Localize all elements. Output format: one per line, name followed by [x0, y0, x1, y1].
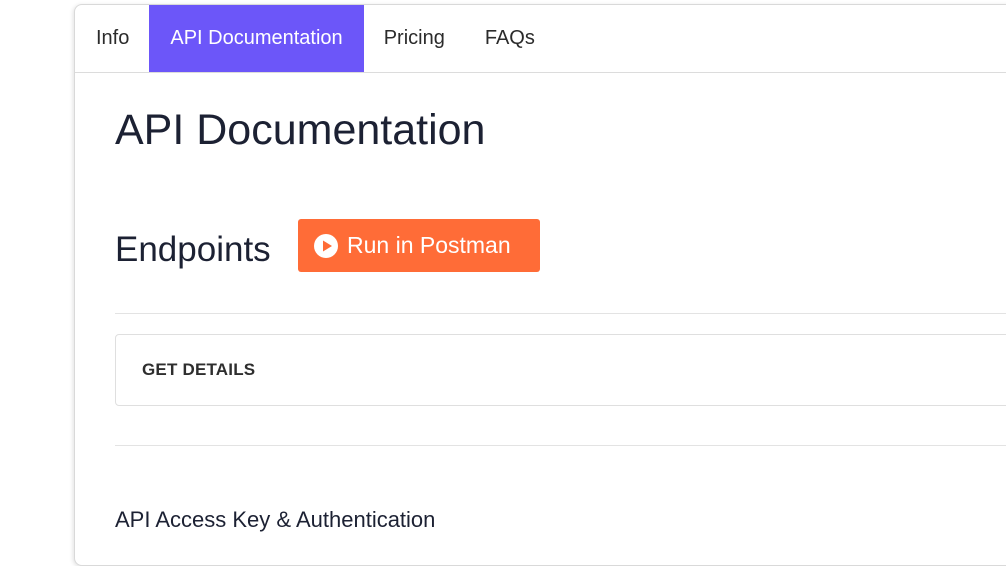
- tab-api-documentation[interactable]: API Documentation: [149, 5, 364, 72]
- tab-faqs-label: FAQs: [484, 27, 535, 49]
- api-access-key-heading: API Access Key & Authentication: [115, 507, 436, 532]
- endpoints-heading: Endpoints: [115, 230, 271, 269]
- section-divider: [115, 445, 1006, 446]
- tab-pricing-label: Pricing: [383, 27, 445, 49]
- tab-api-documentation-label: API Documentation: [170, 27, 343, 49]
- endpoint-item-get-details[interactable]: GET DETAILS: [115, 334, 1006, 406]
- run-in-postman-button[interactable]: Run in Postman: [298, 219, 540, 272]
- api-card: Info API Documentation Pricing FAQs API …: [74, 4, 1006, 566]
- tab-info[interactable]: Info: [75, 5, 149, 72]
- tab-info-label: Info: [96, 27, 130, 49]
- tab-bar: Info API Documentation Pricing FAQs: [75, 5, 1006, 73]
- tab-faqs[interactable]: FAQs: [465, 5, 555, 72]
- tab-pricing[interactable]: Pricing: [364, 5, 465, 72]
- section-divider: [115, 313, 1006, 314]
- play-circle-icon: [314, 233, 338, 258]
- endpoint-label: GET DETAILS: [142, 360, 256, 379]
- run-in-postman-label: Run in Postman: [347, 232, 511, 258]
- page-title: API Documentation: [115, 106, 486, 154]
